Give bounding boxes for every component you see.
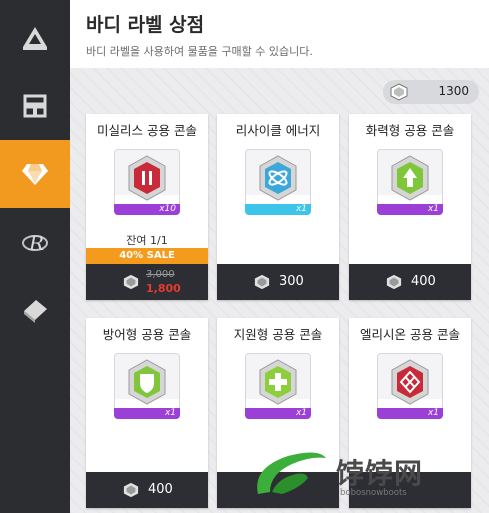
price-value: 400 (148, 482, 173, 497)
sidebar: R (0, 0, 78, 513)
item-thumbnail: x1 (114, 353, 180, 419)
card-item-name: 방어형 공용 콘솔 (102, 327, 192, 342)
item-thumbnail: x1 (245, 353, 311, 419)
r-logo-icon: R (22, 231, 48, 255)
original-price: 3,000 (146, 269, 175, 280)
gem-icon (386, 274, 402, 290)
price-bar[interactable]: 300 (217, 264, 339, 300)
item-quantity: x1 (295, 204, 307, 214)
sidebar-item-diamond[interactable] (0, 140, 78, 208)
gem-icon (123, 274, 139, 290)
sale-price: 1,800 (146, 282, 181, 295)
watermark-subtext: bobosnowboots (340, 488, 407, 498)
ticket-icon (24, 300, 47, 323)
shop-card-4[interactable]: 방어형 공용 콘솔 x1 400 (86, 318, 208, 508)
currency-display: 1300 (383, 80, 479, 104)
currency-amount: 1300 (438, 84, 469, 98)
station-icon (23, 94, 47, 118)
gem-icon (254, 274, 270, 290)
console-item-icon (128, 155, 166, 201)
price-bar[interactable]: 3,000 1,800 (86, 264, 208, 300)
item-quantity: x1 (427, 204, 439, 214)
energy-item-icon (259, 155, 297, 201)
page-title: 바디 라벨 상점 (86, 14, 205, 36)
page-subtitle: 바디 라벨을 사용하여 물품을 구매할 수 있습니다. (86, 45, 313, 58)
svg-text:R: R (28, 231, 44, 255)
price-bar[interactable]: 400 (86, 472, 208, 508)
sale-badge: 40% SALE (86, 248, 208, 264)
sidebar-item-r[interactable]: R (0, 208, 70, 276)
shop-card-1[interactable]: 미실리스 공용 콘솔 x10 잔여 1/1 40% SALE 3,000 1,8… (86, 114, 208, 300)
mountain-icon (23, 27, 47, 50)
shop-card-3[interactable]: 화력형 공용 콘솔 x1 400 (349, 114, 471, 300)
sidebar-item-ticket[interactable] (0, 276, 70, 344)
gem-icon (123, 482, 139, 498)
header: 바디 라벨 상점 바디 라벨을 사용하여 물품을 구매할 수 있습니다. (70, 0, 489, 68)
diamond-icon (22, 164, 48, 185)
card-item-name: 엘리시온 공용 콘솔 (360, 327, 460, 342)
item-quantity: x1 (427, 408, 439, 418)
card-item-name: 미실리스 공용 콘솔 (97, 123, 197, 138)
item-thumbnail: x1 (377, 149, 443, 215)
sidebar-item-station[interactable] (0, 72, 70, 140)
shop-card-2[interactable]: 리사이클 에너지 x1 300 (217, 114, 339, 300)
price-value: 300 (279, 274, 304, 289)
item-thumbnail: x1 (245, 149, 311, 215)
shop-panel: 바디 라벨 상점 바디 라벨을 사용하여 물품을 구매할 수 있습니다. 130… (70, 0, 489, 513)
watermark-text: 饽饽网 (336, 457, 424, 490)
price-bar[interactable]: 400 (349, 264, 471, 300)
console-item-icon (128, 359, 166, 405)
item-quantity: x1 (295, 408, 307, 418)
console-item-icon (259, 359, 297, 405)
console-item-icon (391, 155, 429, 201)
console-item-icon (391, 359, 429, 405)
remaining-count: 잔여 1/1 (126, 234, 168, 247)
card-item-name: 지원형 공용 콘솔 (233, 327, 323, 342)
price-value: 400 (411, 274, 436, 289)
item-thumbnail: x1 (377, 353, 443, 419)
sidebar-item-mountain[interactable] (0, 4, 70, 72)
watermark-logo (257, 452, 326, 494)
item-thumbnail: x10 (114, 149, 180, 215)
gem-icon (390, 83, 408, 101)
item-quantity: x10 (159, 204, 176, 214)
item-quantity: x1 (164, 408, 176, 418)
card-item-name: 리사이클 에너지 (235, 123, 321, 138)
card-item-name: 화력형 공용 콘솔 (365, 123, 455, 138)
